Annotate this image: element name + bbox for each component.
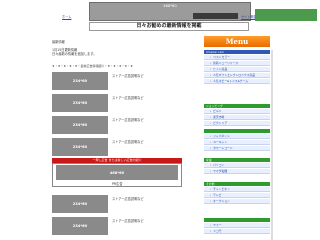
sidebar-item[interactable]: 楽天市場 <box>204 115 270 120</box>
ad-banner[interactable]: 234*60 <box>52 116 108 134</box>
ad-label: 234*60 <box>72 101 88 105</box>
site-title: 日々お勧めの最新情報を掲載 <box>89 22 249 31</box>
sidebar-item[interactable]: ドコモ <box>204 229 270 234</box>
section-separator: ★・★・★・★・★・最新広告情報紹介・★・★・★・★・★ <box>52 64 133 68</box>
wide-ad-label: 468*60 <box>109 170 125 175</box>
ad-description: ストアー広告説明など <box>112 197 144 201</box>
sidebar-item[interactable]: ヒット商品 <box>204 67 270 72</box>
ad-label: 234*60 <box>72 145 88 149</box>
ad-description: ストアー広告説明など <box>112 96 144 100</box>
wide-ad-banner[interactable]: 468*60 <box>56 165 178 180</box>
sidebar-section-amazon: Amazon Link <box>204 50 270 54</box>
intro-line-1: 最新情報 <box>52 40 65 44</box>
sidebar-item[interactable]: ビルド <box>204 109 270 114</box>
sidebar-item[interactable]: チャンピオン <box>204 187 270 192</box>
sidebar-item[interactable]: 新着ニューリリース <box>204 61 270 66</box>
sidebar-section <box>204 129 270 133</box>
sidebar-item[interactable]: ビクトリア <box>204 121 270 126</box>
ad-description: ストアー広告説明など <box>112 74 144 78</box>
ad-description: ストアー広告説明など <box>112 118 144 122</box>
ad-label: 234*60 <box>72 224 88 228</box>
sidebar-section-appliances: 家電 <box>204 158 270 162</box>
ad-label: 234*60 <box>72 79 88 83</box>
sidebar-item[interactable]: 人気ホビー&トイス&ゲーム <box>204 79 270 84</box>
ad-description: ストアー広告説明など <box>112 219 144 223</box>
sidebar-item[interactable]: 人気ギフトエレクトロニクス商品 <box>204 73 270 78</box>
sidebar-section-shopping: ショッピング <box>204 104 270 108</box>
ad-banner[interactable]: 234*60 <box>52 94 108 112</box>
ad-banner[interactable]: 234*60 <box>52 138 108 156</box>
ad-description: ストアー広告説明など <box>112 140 144 144</box>
sidebar-item[interactable]: パソコン <box>204 163 270 168</box>
intro-line-3: 日々最新の情報を追加します。 <box>52 52 97 56</box>
home-link[interactable]: ホーム <box>62 15 71 19</box>
sidebar-item[interactable]: ヤフー <box>204 223 270 228</box>
ad-banner[interactable]: 234*60 <box>52 217 108 235</box>
ad-banner[interactable]: 234*60 <box>52 72 108 90</box>
header-green-block <box>255 9 317 21</box>
wide-ad-caption: PR広告 <box>112 182 123 186</box>
sidebar-section <box>204 218 270 222</box>
sidebar-scroll-track[interactable] <box>271 50 273 240</box>
header-dark-box <box>193 13 238 19</box>
sidebar-item[interactable]: テレビ <box>204 193 270 198</box>
sidebar-item[interactable]: ユーキャン <box>204 140 270 145</box>
ad-label: 234*60 <box>72 123 88 127</box>
sidebar-item[interactable]: ヤマダ電機 <box>204 169 270 174</box>
sidebar-section-other: その他 <box>204 182 270 186</box>
sidebar-menu-title: Menu <box>204 36 270 47</box>
ad-label: 234*60 <box>72 202 88 206</box>
sidebar-item[interactable]: オークション <box>204 199 270 204</box>
sidebar-item[interactable]: タワーレコード <box>204 146 270 151</box>
sidebar-item[interactable]: ベストセラー <box>204 55 270 60</box>
top-banner-label: 468*60 <box>163 4 177 8</box>
intro-block: 最新情報 1月15日更新情報 日々最新の情報を追加します。 <box>52 40 182 56</box>
sidebar-item[interactable]: ジャパネット <box>204 134 270 139</box>
ad-banner[interactable]: 234*60 <box>52 195 108 213</box>
